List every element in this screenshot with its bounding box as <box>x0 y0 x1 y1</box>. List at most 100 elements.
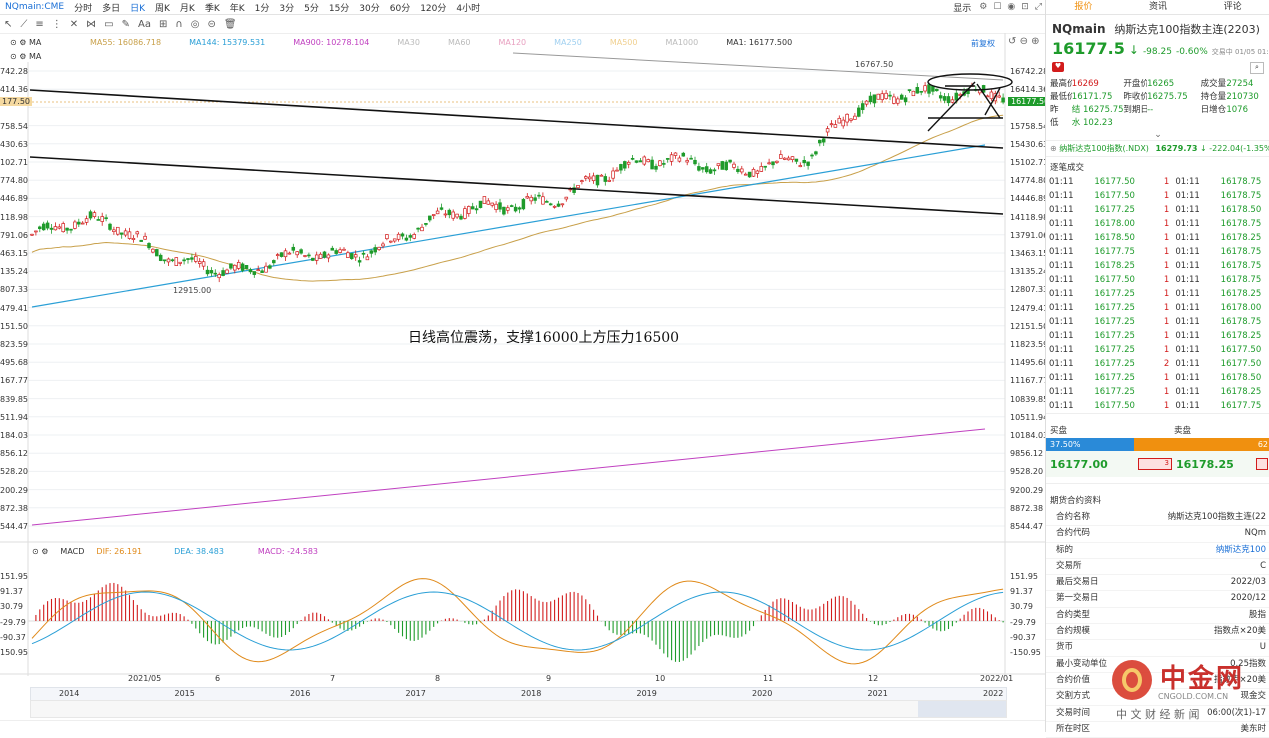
trade-cell: 2 <box>1163 359 1170 369</box>
cngold-logo-icon <box>1112 660 1152 700</box>
candle-body <box>919 90 923 93</box>
contract-row: 合约类型 股指 <box>1046 608 1269 625</box>
contract-key: 货币 <box>1056 642 1074 653</box>
candle-body <box>747 171 752 178</box>
contract-value: 股指 <box>1248 609 1266 620</box>
tab-comment[interactable]: 评论 <box>1195 0 1269 14</box>
candle-body <box>451 211 455 219</box>
candle-body <box>49 227 54 230</box>
contract-row: 货币 U <box>1046 640 1269 657</box>
candle-body <box>884 92 888 99</box>
candle-body <box>275 254 280 256</box>
trade-cell: 16177.25 <box>1094 289 1135 299</box>
candle-body <box>1001 97 1005 103</box>
candle-body <box>798 165 803 168</box>
quote-cell: 成交量 <box>1200 79 1227 89</box>
price-tick-left-3: 758.54 <box>0 121 28 131</box>
candle-body <box>73 221 77 229</box>
macd-dea: DEA: 38.483 <box>174 547 224 556</box>
range-navigator[interactable] <box>30 700 1007 718</box>
quote-tabs: 报价 资讯 评论 <box>1046 0 1269 15</box>
year-scroller[interactable]: 2014 2015 2016 2017 2018 2019 2020 2021 2022 <box>30 687 1007 701</box>
last-price: 16177.5 <box>1052 39 1125 58</box>
tab-quote[interactable]: 报价 <box>1046 0 1121 14</box>
candle-body <box>595 174 600 186</box>
contract-title: 期货合约资料 <box>1046 483 1269 510</box>
candle-body <box>408 235 413 238</box>
quote-cell: 结 16275.75 <box>1071 105 1124 115</box>
trade-cell: 01:11 <box>1175 331 1200 341</box>
quote-cell: -- <box>1147 105 1154 115</box>
index-ref-row[interactable]: ⊕ 纳斯达克100指数(.NDX) 16279.73 ↓ -222.04(-1.… <box>1046 140 1269 156</box>
candle-body <box>494 203 498 210</box>
watermark-domain: CNGOLD.COM.CN <box>1158 692 1229 701</box>
candle-body <box>412 234 416 239</box>
search-icon[interactable]: ⌕ <box>1250 62 1264 74</box>
trade-cell: 16178.75 <box>1220 191 1262 201</box>
trade-cell: 01:11 <box>1175 401 1200 411</box>
candle-body <box>217 274 221 279</box>
trade-cell: 16177.50 <box>1094 177 1135 187</box>
candle-body <box>57 226 62 229</box>
price-tick-14: 12151.50 <box>1010 321 1049 331</box>
macd-tick-left-3: -29.79 <box>0 617 26 627</box>
contract-key: 第一交易日 <box>1056 593 1099 604</box>
trade-row: 01:11 16177.25 1 01:11 16177.50 <box>1046 343 1269 357</box>
candle-body <box>41 223 46 231</box>
time-tick-5: 10 <box>655 674 666 683</box>
candle-body <box>669 154 674 162</box>
trade-cell: 16177.25 <box>1094 359 1135 369</box>
expand-chevron-icon[interactable]: ⌄ <box>1046 130 1269 140</box>
candle-body <box>240 263 245 271</box>
candle-body <box>155 249 159 257</box>
candle-body <box>330 247 335 251</box>
macd-tick-left-1: 91.37 <box>0 587 23 597</box>
contract-name: 纳斯达克100指数主连(2203) <box>1114 23 1260 36</box>
candle-body <box>946 96 951 104</box>
candle-body <box>112 229 116 232</box>
price-tick-left-21: 856.12 <box>0 449 28 459</box>
candle-body <box>256 269 260 272</box>
candle-body <box>346 252 350 258</box>
macd-tick-0: 151.95 <box>1010 572 1038 581</box>
candle-body <box>697 166 701 171</box>
contract-row: 最后交易日 2022/03 <box>1046 575 1269 592</box>
candle-body <box>357 260 362 263</box>
trade-cell: 1 <box>1163 401 1170 411</box>
range-handle[interactable] <box>918 701 1006 717</box>
candle-body <box>385 234 389 240</box>
candle-body <box>260 270 264 273</box>
candle-body <box>229 263 233 269</box>
macd-tick-left-2: 30.79 <box>0 602 23 612</box>
trade-cell: 01:11 <box>1175 233 1200 243</box>
trade-cell: 16178.75 <box>1220 261 1262 271</box>
trade-cell: 1 <box>1163 345 1170 355</box>
tab-news[interactable]: 资讯 <box>1121 0 1196 14</box>
trade-cell: 01:11 <box>1175 359 1200 369</box>
trade-cell: 1 <box>1163 191 1170 201</box>
candle-body <box>720 161 725 170</box>
candle-body <box>693 159 697 165</box>
quote-cell: 到期日 <box>1123 105 1148 115</box>
candle-body <box>782 157 787 160</box>
kline-chart[interactable] <box>0 0 1045 732</box>
candle-body <box>151 248 155 253</box>
candle-body <box>989 91 994 100</box>
ask-price[interactable]: 16178.25 <box>1172 458 1256 471</box>
candle-body <box>431 214 436 216</box>
candle-body <box>935 88 939 92</box>
candle-body <box>248 269 253 273</box>
candle-body <box>486 200 491 205</box>
macd-tick-left-5: 150.95 <box>0 648 28 657</box>
plus-icon: ⊕ <box>1050 144 1060 153</box>
trade-row: 01:11 16177.25 1 01:11 16178.00 <box>1046 301 1269 315</box>
price-tick-left-15: 823.59 <box>0 340 28 349</box>
candle-body <box>685 160 689 163</box>
macd-eye-icon[interactable]: ⊙ ⚙ <box>32 547 48 556</box>
heart-icon[interactable]: ♥ <box>1052 62 1064 72</box>
price-tick-18: 10839.85 <box>1010 394 1049 404</box>
bid-price[interactable]: 16177.00 <box>1046 458 1138 471</box>
candle-body <box>498 202 502 210</box>
trade-row: 01:11 16178.00 1 01:11 16178.75 <box>1046 217 1269 231</box>
quote-cell: 210730 <box>1226 92 1259 102</box>
